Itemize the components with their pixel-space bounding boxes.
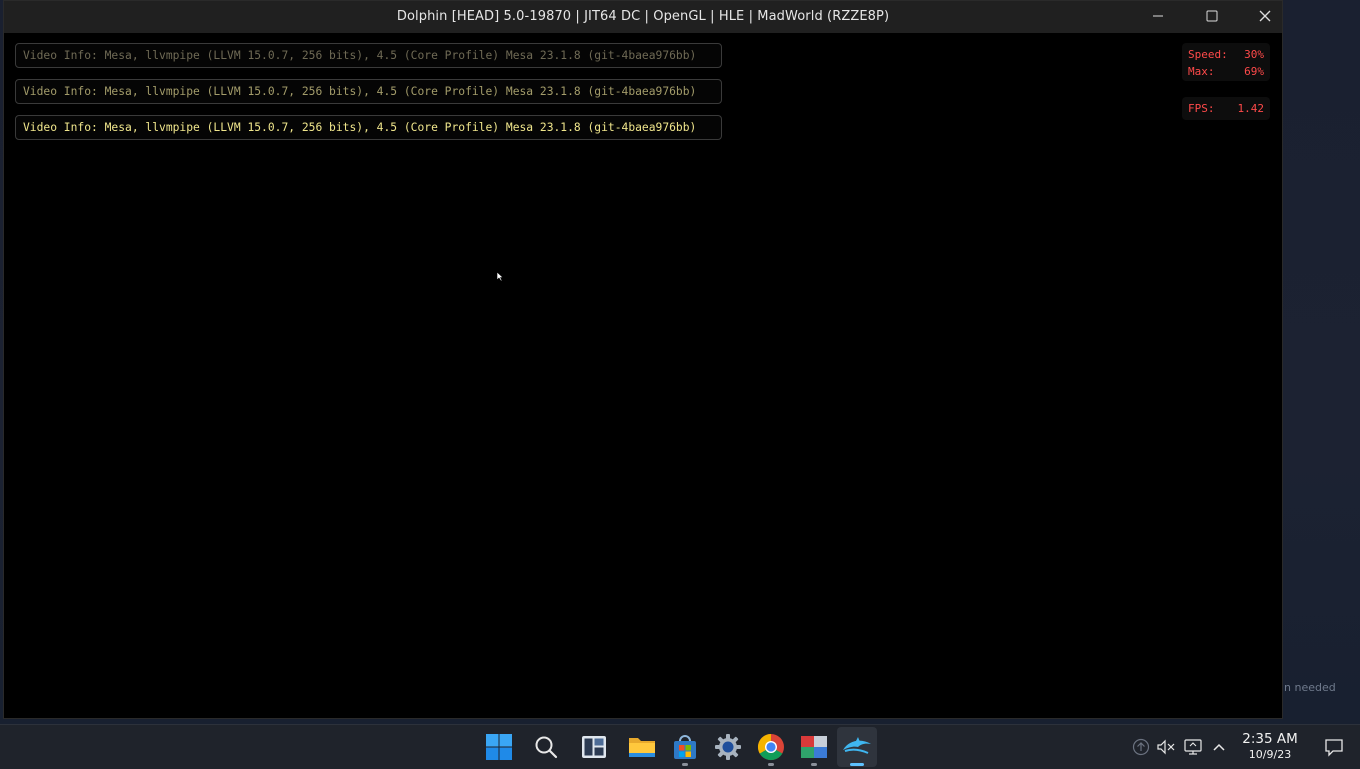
speed-label: Speed: bbox=[1188, 48, 1228, 61]
mouse-cursor-icon bbox=[496, 271, 504, 282]
desktop-partial-text: n needed bbox=[1284, 681, 1336, 694]
settings-button[interactable] bbox=[708, 727, 748, 767]
running-indicator bbox=[811, 763, 817, 766]
store-icon bbox=[674, 735, 696, 759]
max-value: 69% bbox=[1244, 65, 1264, 78]
store-button[interactable] bbox=[665, 727, 705, 767]
minimize-button[interactable] bbox=[1135, 1, 1181, 30]
osd-message: Video Info: Mesa, llvmpipe (LLVM 15.0.7,… bbox=[15, 43, 722, 68]
search-button[interactable] bbox=[526, 727, 566, 767]
dolphin-icon bbox=[843, 737, 871, 754]
osd-message: Video Info: Mesa, llvmpipe (LLVM 15.0.7,… bbox=[15, 115, 722, 140]
speaker-muted-icon bbox=[1157, 739, 1175, 755]
folder-icon bbox=[629, 738, 655, 757]
widgets-icon bbox=[582, 736, 606, 758]
search-icon bbox=[535, 736, 558, 759]
network-tray-icon[interactable] bbox=[1182, 736, 1204, 758]
fps-stats-panel: FPS: 1.42 bbox=[1182, 97, 1270, 120]
osd-message: Video Info: Mesa, llvmpipe (LLVM 15.0.7,… bbox=[15, 79, 722, 104]
clock-date: 10/9/23 bbox=[1248, 748, 1292, 761]
max-label: Max: bbox=[1188, 65, 1215, 78]
app-button[interactable] bbox=[794, 727, 834, 767]
show-hidden-icons-button[interactable] bbox=[1208, 736, 1230, 758]
active-indicator bbox=[850, 763, 864, 766]
dolphin-button[interactable] bbox=[837, 727, 877, 767]
clock[interactable]: 2:35 AM 10/9/23 bbox=[1236, 731, 1304, 762]
close-button[interactable] bbox=[1242, 1, 1288, 30]
maximize-icon bbox=[1206, 10, 1218, 21]
fps-value: 1.42 bbox=[1237, 102, 1265, 115]
start-button[interactable] bbox=[479, 727, 519, 767]
notification-icon bbox=[1325, 739, 1343, 757]
notification-center-button[interactable] bbox=[1323, 736, 1345, 758]
volume-tray-icon[interactable] bbox=[1155, 736, 1177, 758]
title-bar[interactable]: Dolphin [HEAD] 5.0-19870 | JIT64 DC | Op… bbox=[4, 1, 1282, 33]
taskbar: 2:35 AM 10/9/23 bbox=[0, 724, 1360, 769]
minimize-icon bbox=[1153, 15, 1163, 16]
gear-icon bbox=[715, 734, 741, 760]
upload-circle-icon bbox=[1132, 738, 1150, 756]
file-explorer-button[interactable] bbox=[622, 727, 662, 767]
maximize-button[interactable] bbox=[1189, 1, 1235, 30]
window-title: Dolphin [HEAD] 5.0-19870 | JIT64 DC | Op… bbox=[396, 9, 890, 24]
speed-value: 30% bbox=[1244, 48, 1264, 61]
running-indicator bbox=[768, 763, 774, 766]
fps-label: FPS: bbox=[1188, 102, 1215, 115]
speed-stats-panel: Speed: 30% Max: 69% bbox=[1182, 43, 1270, 81]
close-icon bbox=[1259, 10, 1271, 21]
network-monitor-icon bbox=[1184, 739, 1202, 755]
chrome-button[interactable] bbox=[751, 727, 791, 767]
windows-logo-icon bbox=[486, 734, 512, 760]
chevron-up-icon bbox=[1213, 743, 1225, 751]
chrome-icon bbox=[757, 733, 784, 761]
running-indicator bbox=[682, 763, 688, 766]
widgets-button[interactable] bbox=[574, 727, 614, 767]
update-tray-icon[interactable] bbox=[1130, 736, 1152, 758]
clock-time: 2:35 AM bbox=[1242, 731, 1298, 747]
dolphin-window[interactable]: Dolphin [HEAD] 5.0-19870 | JIT64 DC | Op… bbox=[3, 0, 1283, 719]
app-icon bbox=[801, 736, 827, 758]
